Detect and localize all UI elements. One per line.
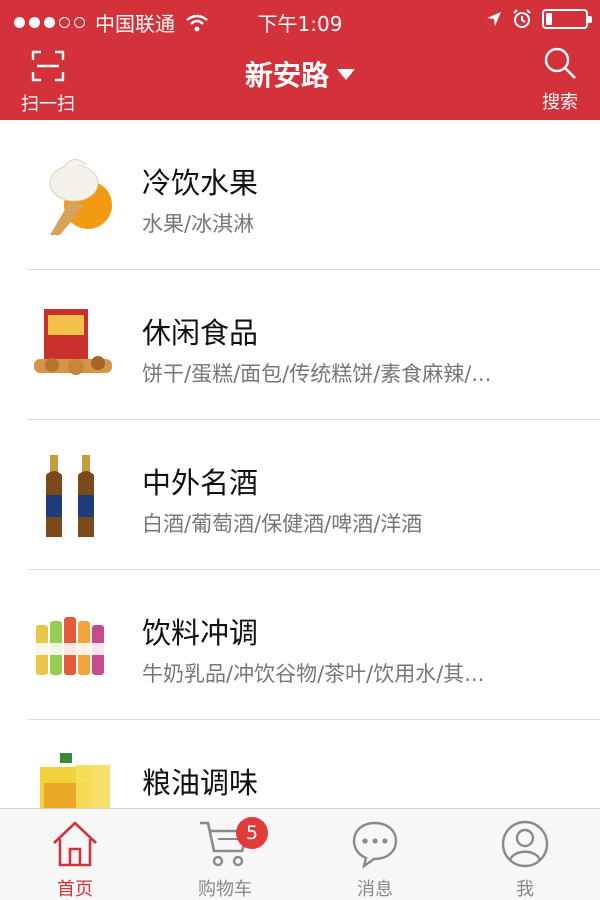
search-icon: [544, 47, 576, 79]
search-button[interactable]: 搜索: [538, 46, 582, 114]
tab-messages[interactable]: 消息: [300, 809, 450, 900]
cart-count-badge: 5: [236, 817, 268, 849]
status-bar: 中国联通 下午1:09: [0, 0, 600, 40]
cooking-oil-icon: [40, 753, 110, 808]
nav-header: 扫一扫 新安路 搜索: [0, 40, 600, 120]
top-bar: 中国联通 下午1:09 扫一扫 新安路 搜索: [0, 0, 600, 120]
category-item-snacks[interactable]: 休闲食品 饼干/蛋糕/面包/传统糕饼/素食麻辣/...: [0, 270, 600, 420]
category-subtitle: 水果/冰淇淋: [142, 212, 255, 236]
location-selector[interactable]: 新安路: [245, 59, 355, 92]
carrier-name: 中国联通: [95, 12, 175, 36]
category-title: 饮料冲调: [142, 616, 259, 650]
battery-icon: [542, 9, 592, 29]
wifi-icon: [186, 14, 208, 31]
scan-button[interactable]: 扫一扫: [18, 50, 78, 116]
tab-label: 首页: [57, 879, 93, 900]
alarm-clock-icon: [513, 9, 531, 28]
tab-label: 消息: [357, 879, 393, 900]
category-subtitle: 白酒/葡萄酒/保健酒/啤酒/洋酒: [142, 512, 423, 536]
category-item-liquor[interactable]: 中外名酒 白酒/葡萄酒/保健酒/啤酒/洋酒: [0, 420, 600, 570]
chat-icon: [352, 821, 398, 869]
location-name: 新安路: [244, 59, 329, 92]
category-item-grain-oil[interactable]: 粮油调味: [0, 720, 600, 808]
beer-bottles-icon: [46, 455, 94, 537]
tab-label: 购物车: [198, 879, 252, 900]
tab-home[interactable]: 首页: [0, 809, 150, 900]
user-icon: [501, 820, 549, 868]
tab-cart[interactable]: 5 购物车: [150, 809, 300, 900]
category-item-beverages[interactable]: 饮料冲调 牛奶乳品/冲饮谷物/茶叶/饮用水/其...: [0, 570, 600, 720]
tab-label: 我: [516, 879, 534, 900]
tab-me[interactable]: 我: [450, 809, 600, 900]
location-arrow-icon: [487, 12, 501, 26]
scan-label: 扫一扫: [21, 94, 75, 115]
home-icon: [53, 821, 97, 867]
snacks-icon: [34, 309, 112, 375]
category-subtitle: 饼干/蛋糕/面包/传统糕饼/素食麻辣/...: [142, 362, 492, 386]
category-item-cold-drinks-fruit[interactable]: 冷饮水果 水果/冰淇淋: [0, 120, 600, 270]
category-list: 冷饮水果 水果/冰淇淋 休闲食品 饼干/蛋糕/面包/传统糕饼/素食麻辣/... …: [0, 120, 600, 808]
category-title: 中外名酒: [142, 466, 259, 500]
ice-cream-icon: [49, 159, 112, 235]
scan-icon: [31, 50, 65, 82]
category-title: 冷饮水果: [142, 166, 259, 200]
search-label: 搜索: [542, 92, 578, 113]
caret-down-icon: [337, 68, 355, 80]
category-subtitle: 牛奶乳品/冲饮谷物/茶叶/饮用水/其...: [142, 662, 485, 686]
drink-bottles-icon: [36, 617, 104, 675]
category-title: 休闲食品: [142, 316, 259, 350]
tab-bar: 首页 5 购物车 消息 我: [0, 808, 600, 900]
signal-strength-icon: [14, 17, 85, 28]
category-title: 粮油调味: [142, 766, 259, 800]
